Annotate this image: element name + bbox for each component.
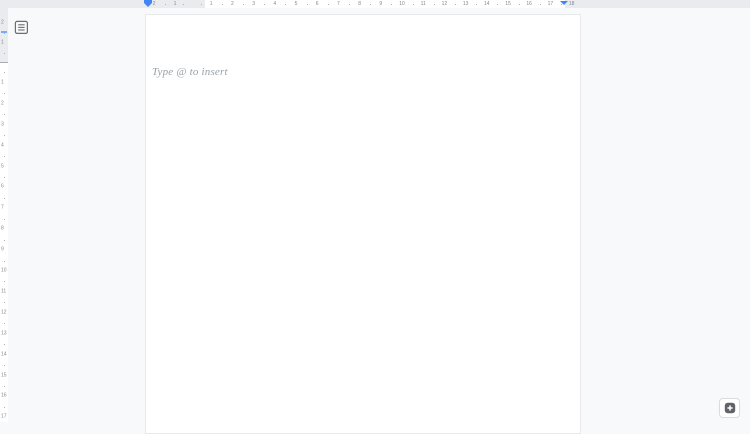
document-outline-icon (14, 20, 29, 38)
ruler-label: 7 (1, 204, 4, 211)
ruler-label: 4 (273, 1, 277, 7)
vertical-ruler-marker (1, 31, 7, 33)
ruler-tick (349, 4, 350, 5)
ruler-label: 3 (252, 1, 255, 7)
document-page[interactable]: Type @ to insert (145, 14, 581, 434)
ruler-label: 17 (1, 413, 7, 420)
ruler-label: 7 (337, 1, 340, 7)
ruler-tick (285, 4, 287, 5)
ruler-label: 1 (209, 1, 213, 7)
ruler-tick (370, 4, 372, 5)
ruler-tick (4, 323, 5, 325)
ruler-label: 3 (1, 121, 4, 128)
ruler-label: 14 (484, 1, 490, 7)
ruler-label: 1 (173, 1, 177, 7)
document-outline-button[interactable] (12, 19, 30, 36)
ruler-label: 14 (1, 351, 7, 358)
ruler-tick (4, 406, 5, 408)
right-indent-triangle-icon (560, 1, 568, 5)
ruler-label: 11 (1, 288, 7, 295)
ruler-tick (306, 4, 308, 5)
ruler-label: 4 (1, 142, 4, 149)
ruler-label: 12 (441, 1, 448, 7)
ruler-label: 16 (526, 1, 532, 7)
ruler-tick (182, 4, 184, 5)
ruler-tick (4, 344, 5, 346)
ruler-label: 13 (1, 330, 7, 337)
ruler-tick (4, 239, 5, 241)
ruler-label: 2 (1, 100, 4, 107)
ruler-tick (200, 4, 202, 5)
ruler-tick (4, 260, 5, 262)
ruler-tick (497, 4, 499, 5)
insert-placeholder[interactable]: Type @ to insert (152, 66, 228, 78)
ruler-tick (455, 4, 456, 5)
ruler-tick (476, 4, 478, 5)
ruler-tick (412, 4, 414, 5)
ruler-tick (264, 4, 266, 5)
ruler-tick (327, 4, 329, 5)
corner-action-button[interactable] (719, 398, 740, 418)
ruler-label: 1 (1, 39, 4, 46)
ruler-label: 17 (547, 1, 554, 7)
ruler-tick (4, 72, 5, 74)
ruler-label: 15 (505, 1, 511, 7)
ruler-tick (391, 4, 393, 5)
left-indent-triangle-icon (144, 3, 152, 7)
ruler-tick (4, 218, 5, 220)
ruler-tick (433, 4, 435, 5)
ruler-label: 6 (315, 1, 319, 7)
vertical-ruler-active-zone (0, 62, 8, 422)
ruler-label: 18 (568, 1, 575, 7)
left-indent-marker[interactable] (144, 0, 153, 8)
ruler-tick (164, 4, 166, 5)
vertical-ruler[interactable]: 2 1 1 2 3 4 5 6 7 8 9 10 11 12 13 14 15 16 17 (0, 8, 8, 422)
ruler-tick (539, 4, 541, 5)
ruler-label: 9 (1, 246, 4, 253)
ruler-label: 9 (379, 1, 383, 7)
ruler-label: 2 (1, 19, 4, 26)
ruler-label: 11 (420, 1, 426, 7)
ruler-label: 2 (152, 1, 156, 7)
ruler-label: 12 (1, 309, 7, 316)
ruler-label: 13 (462, 1, 469, 7)
ruler-tick (4, 156, 5, 158)
ruler-label: 2 (231, 1, 234, 7)
ruler-label: 10 (399, 1, 405, 7)
ruler-tick (4, 365, 5, 367)
ruler-label: 10 (1, 267, 7, 274)
ruler-tick (4, 114, 5, 116)
ruler-tick (4, 93, 5, 95)
ruler-label: 8 (358, 1, 361, 7)
ruler-label: 6 (1, 183, 4, 190)
ruler-tick (4, 135, 5, 137)
horizontal-ruler[interactable]: 2 1 1 2 3 4 5 6 7 8 9 10 11 12 13 14 15 16 17 18 (0, 0, 750, 8)
ruler-label: 5 (294, 1, 298, 7)
ruler-tick (4, 281, 5, 283)
ruler-label: 15 (1, 372, 7, 378)
right-indent-marker[interactable] (560, 1, 568, 5)
ruler-label: 16 (1, 392, 7, 399)
ruler-tick (4, 197, 5, 199)
ruler-tick (518, 4, 520, 5)
plus-square-icon (724, 402, 736, 414)
ruler-tick (221, 4, 223, 5)
ruler-label: 8 (1, 225, 4, 232)
ruler-tick (4, 385, 5, 387)
ruler-label: 1 (1, 79, 4, 86)
ruler-tick (4, 33, 5, 34)
ruler-label: 5 (1, 163, 4, 169)
ruler-tick (243, 4, 244, 5)
ruler-tick (4, 52, 5, 54)
ruler-tick (4, 302, 5, 304)
ruler-tick (4, 176, 5, 178)
